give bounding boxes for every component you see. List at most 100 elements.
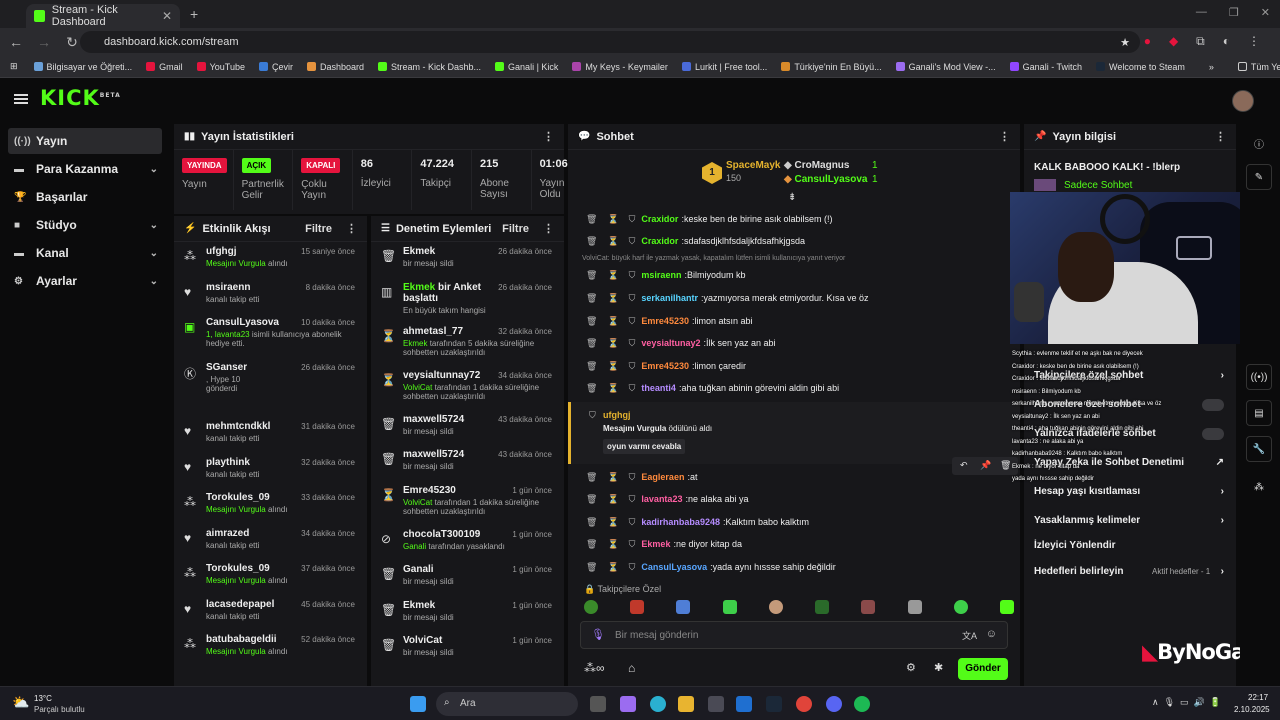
timeout-icon[interactable]: ⏳	[607, 338, 618, 349]
reply-icon[interactable]: ↶	[960, 460, 968, 471]
puzzle-icon[interactable]: ⧉	[1196, 34, 1205, 49]
taskbar-search[interactable]: ⌕ Ara	[436, 692, 578, 716]
timeout-icon[interactable]: ⏳	[607, 494, 618, 505]
timeout-icon[interactable]: ⏳	[607, 539, 618, 550]
moderation-user[interactable]: chocolaT300109	[403, 529, 511, 540]
timeout-icon[interactable]: ⏳	[607, 562, 618, 573]
timeout-icon[interactable]: ⏳	[607, 517, 618, 528]
copilot-icon[interactable]	[620, 696, 636, 712]
delete-icon[interactable]: 🗑	[586, 316, 597, 327]
steam-icon[interactable]	[766, 696, 782, 712]
sidebar-item-studio[interactable]: ■ Stüdyo ⌄	[8, 212, 162, 238]
highlight-user[interactable]: ufghgj	[603, 410, 631, 420]
chrome-icon[interactable]	[796, 696, 812, 712]
emote-icon[interactable]	[676, 600, 691, 614]
chevron-right-icon[interactable]: ›	[1221, 515, 1224, 526]
menu-icon[interactable]: ⋮	[1248, 34, 1260, 49]
timeout-icon[interactable]: ⏳	[607, 293, 618, 304]
delete-icon[interactable]: 🗑	[586, 338, 597, 349]
sidebar-item-radio[interactable]: ((·)) Yayın	[8, 128, 162, 154]
delete-icon[interactable]: 🗑	[586, 236, 597, 247]
broadcast-icon[interactable]: ((•))	[1246, 364, 1272, 390]
more-options-icon[interactable]: ⋮	[543, 130, 554, 143]
moderation-user[interactable]: ahmetasl_77	[403, 326, 511, 337]
bookmark-item[interactable]: Çevir	[258, 62, 293, 72]
timeout-icon[interactable]: ⏳	[607, 472, 618, 483]
chat-username[interactable]: kadirhanbaba9248	[641, 517, 720, 527]
kick-logo[interactable]: KICKBETA	[40, 86, 121, 110]
more-options-icon[interactable]: ⋮	[346, 222, 357, 235]
all-bookmarks[interactable]: Tüm Yer İşaretleri	[1237, 62, 1280, 72]
moderation-user[interactable]: maxwell5724	[403, 414, 511, 425]
delete-icon[interactable]: 🗑	[586, 494, 597, 505]
toggle-switch[interactable]	[1202, 428, 1224, 440]
edge-icon[interactable]	[650, 696, 666, 712]
taskview-icon[interactable]	[590, 696, 606, 712]
filter-button[interactable]: Filtre	[502, 223, 529, 235]
delete-icon[interactable]: 🗑	[586, 214, 597, 225]
avatar[interactable]	[1232, 90, 1254, 112]
emote-icon[interactable]	[953, 600, 968, 614]
points-icon[interactable]: ⁂∞	[584, 661, 605, 675]
chevron-right-icon[interactable]: ›	[1221, 370, 1224, 381]
sidebar-item-trophy[interactable]: 🏆 Başarılar	[8, 184, 162, 210]
moderation-user[interactable]: Emre45230	[403, 485, 511, 496]
chat-username[interactable]: Emre45230	[641, 316, 689, 326]
tools-icon[interactable]: 🔧	[1246, 436, 1272, 462]
pin-icon[interactable]: 📌	[980, 460, 991, 471]
points-icon[interactable]: ⁂	[1246, 474, 1272, 500]
category-name[interactable]: Sadece Sohbet	[1064, 180, 1132, 191]
delete-icon[interactable]: 🗑	[586, 383, 597, 394]
chevron-down-icon[interactable]: ⇟	[788, 192, 796, 203]
delete-icon[interactable]: 🗑	[586, 361, 597, 372]
delete-icon[interactable]: 🗑	[1000, 460, 1011, 471]
chat-username[interactable]: serkanilhantr	[641, 293, 698, 303]
close-tab-icon[interactable]: ✕	[162, 9, 172, 23]
delete-icon[interactable]: 🗑	[586, 539, 597, 550]
timeout-icon[interactable]: ⏳	[607, 236, 618, 247]
browser-tab[interactable]: Stream - Kick Dashboard ✕	[26, 4, 180, 28]
forward-icon[interactable]: →	[32, 34, 56, 50]
more-options-icon[interactable]: ⋮	[543, 222, 554, 235]
moderation-user[interactable]: VolviCat	[403, 635, 511, 646]
translate-icon[interactable]: 文A	[962, 629, 977, 642]
sidebar-item-money[interactable]: ▬ Para Kazanma ⌄	[8, 156, 162, 182]
moderation-user[interactable]: Ganali	[403, 564, 511, 575]
discord-icon[interactable]	[826, 696, 842, 712]
emote-icon[interactable]	[907, 600, 922, 614]
chat-username[interactable]: CansulLyasova	[641, 562, 707, 572]
menu-icon[interactable]	[14, 94, 28, 104]
bookmark-item[interactable]: Lurkit | Free tool...	[681, 62, 767, 72]
bookmark-item[interactable]: Ganali | Kick	[495, 62, 558, 72]
chat-username[interactable]: Craxidor	[641, 236, 678, 246]
more-options-icon[interactable]: ⋮	[999, 130, 1010, 143]
bookmark-item[interactable]: Welcome to Steam	[1096, 62, 1185, 72]
settings-row[interactable]: İzleyici Yönlendir	[1034, 540, 1226, 551]
weather-icon[interactable]: ⛅	[12, 694, 29, 711]
chat-username[interactable]: Ekmek	[641, 539, 670, 549]
emote-icon[interactable]	[815, 600, 830, 614]
close-window-icon[interactable]: ✕	[1261, 6, 1270, 19]
chevron-down-icon[interactable]: ⌄	[150, 220, 158, 231]
settings-row[interactable]: Yasaklanmış kelimeler ›	[1034, 515, 1226, 526]
chat-username[interactable]: Eagleraen	[641, 472, 684, 482]
url-field[interactable]: dashboard.kick.com/stream ★	[80, 31, 1140, 53]
new-tab-icon[interactable]: +	[190, 6, 198, 22]
apps-icon[interactable]: ⊞	[10, 61, 18, 72]
moderation-user[interactable]: Ekmek	[403, 600, 511, 611]
chat-username[interactable]: lavanta23	[641, 494, 682, 504]
moderation-user[interactable]: Ekmek	[403, 246, 511, 257]
emote-icon[interactable]	[630, 600, 645, 614]
bookmark-item[interactable]: Gmail	[146, 62, 183, 72]
filter-button[interactable]: Filtre	[305, 223, 332, 235]
back-icon[interactable]: ←	[4, 34, 28, 50]
toggle-switch[interactable]	[1202, 399, 1224, 411]
settings-row[interactable]: Hedefleri belirleyin Aktif hedefler - 1 ›	[1034, 566, 1226, 577]
chevron-right-icon[interactable]: ›	[1221, 566, 1224, 577]
maximize-icon[interactable]: ❐	[1229, 6, 1239, 19]
explorer-icon[interactable]	[678, 696, 694, 712]
bookmark-item[interactable]: Dashboard	[306, 62, 364, 72]
bookmark-star-icon[interactable]: ★	[1120, 36, 1130, 49]
chat-input[interactable]: 🎙 Bir mesaj gönderin 文A ☺	[580, 621, 1008, 649]
chevron-right-icon[interactable]: ›	[1221, 486, 1224, 497]
